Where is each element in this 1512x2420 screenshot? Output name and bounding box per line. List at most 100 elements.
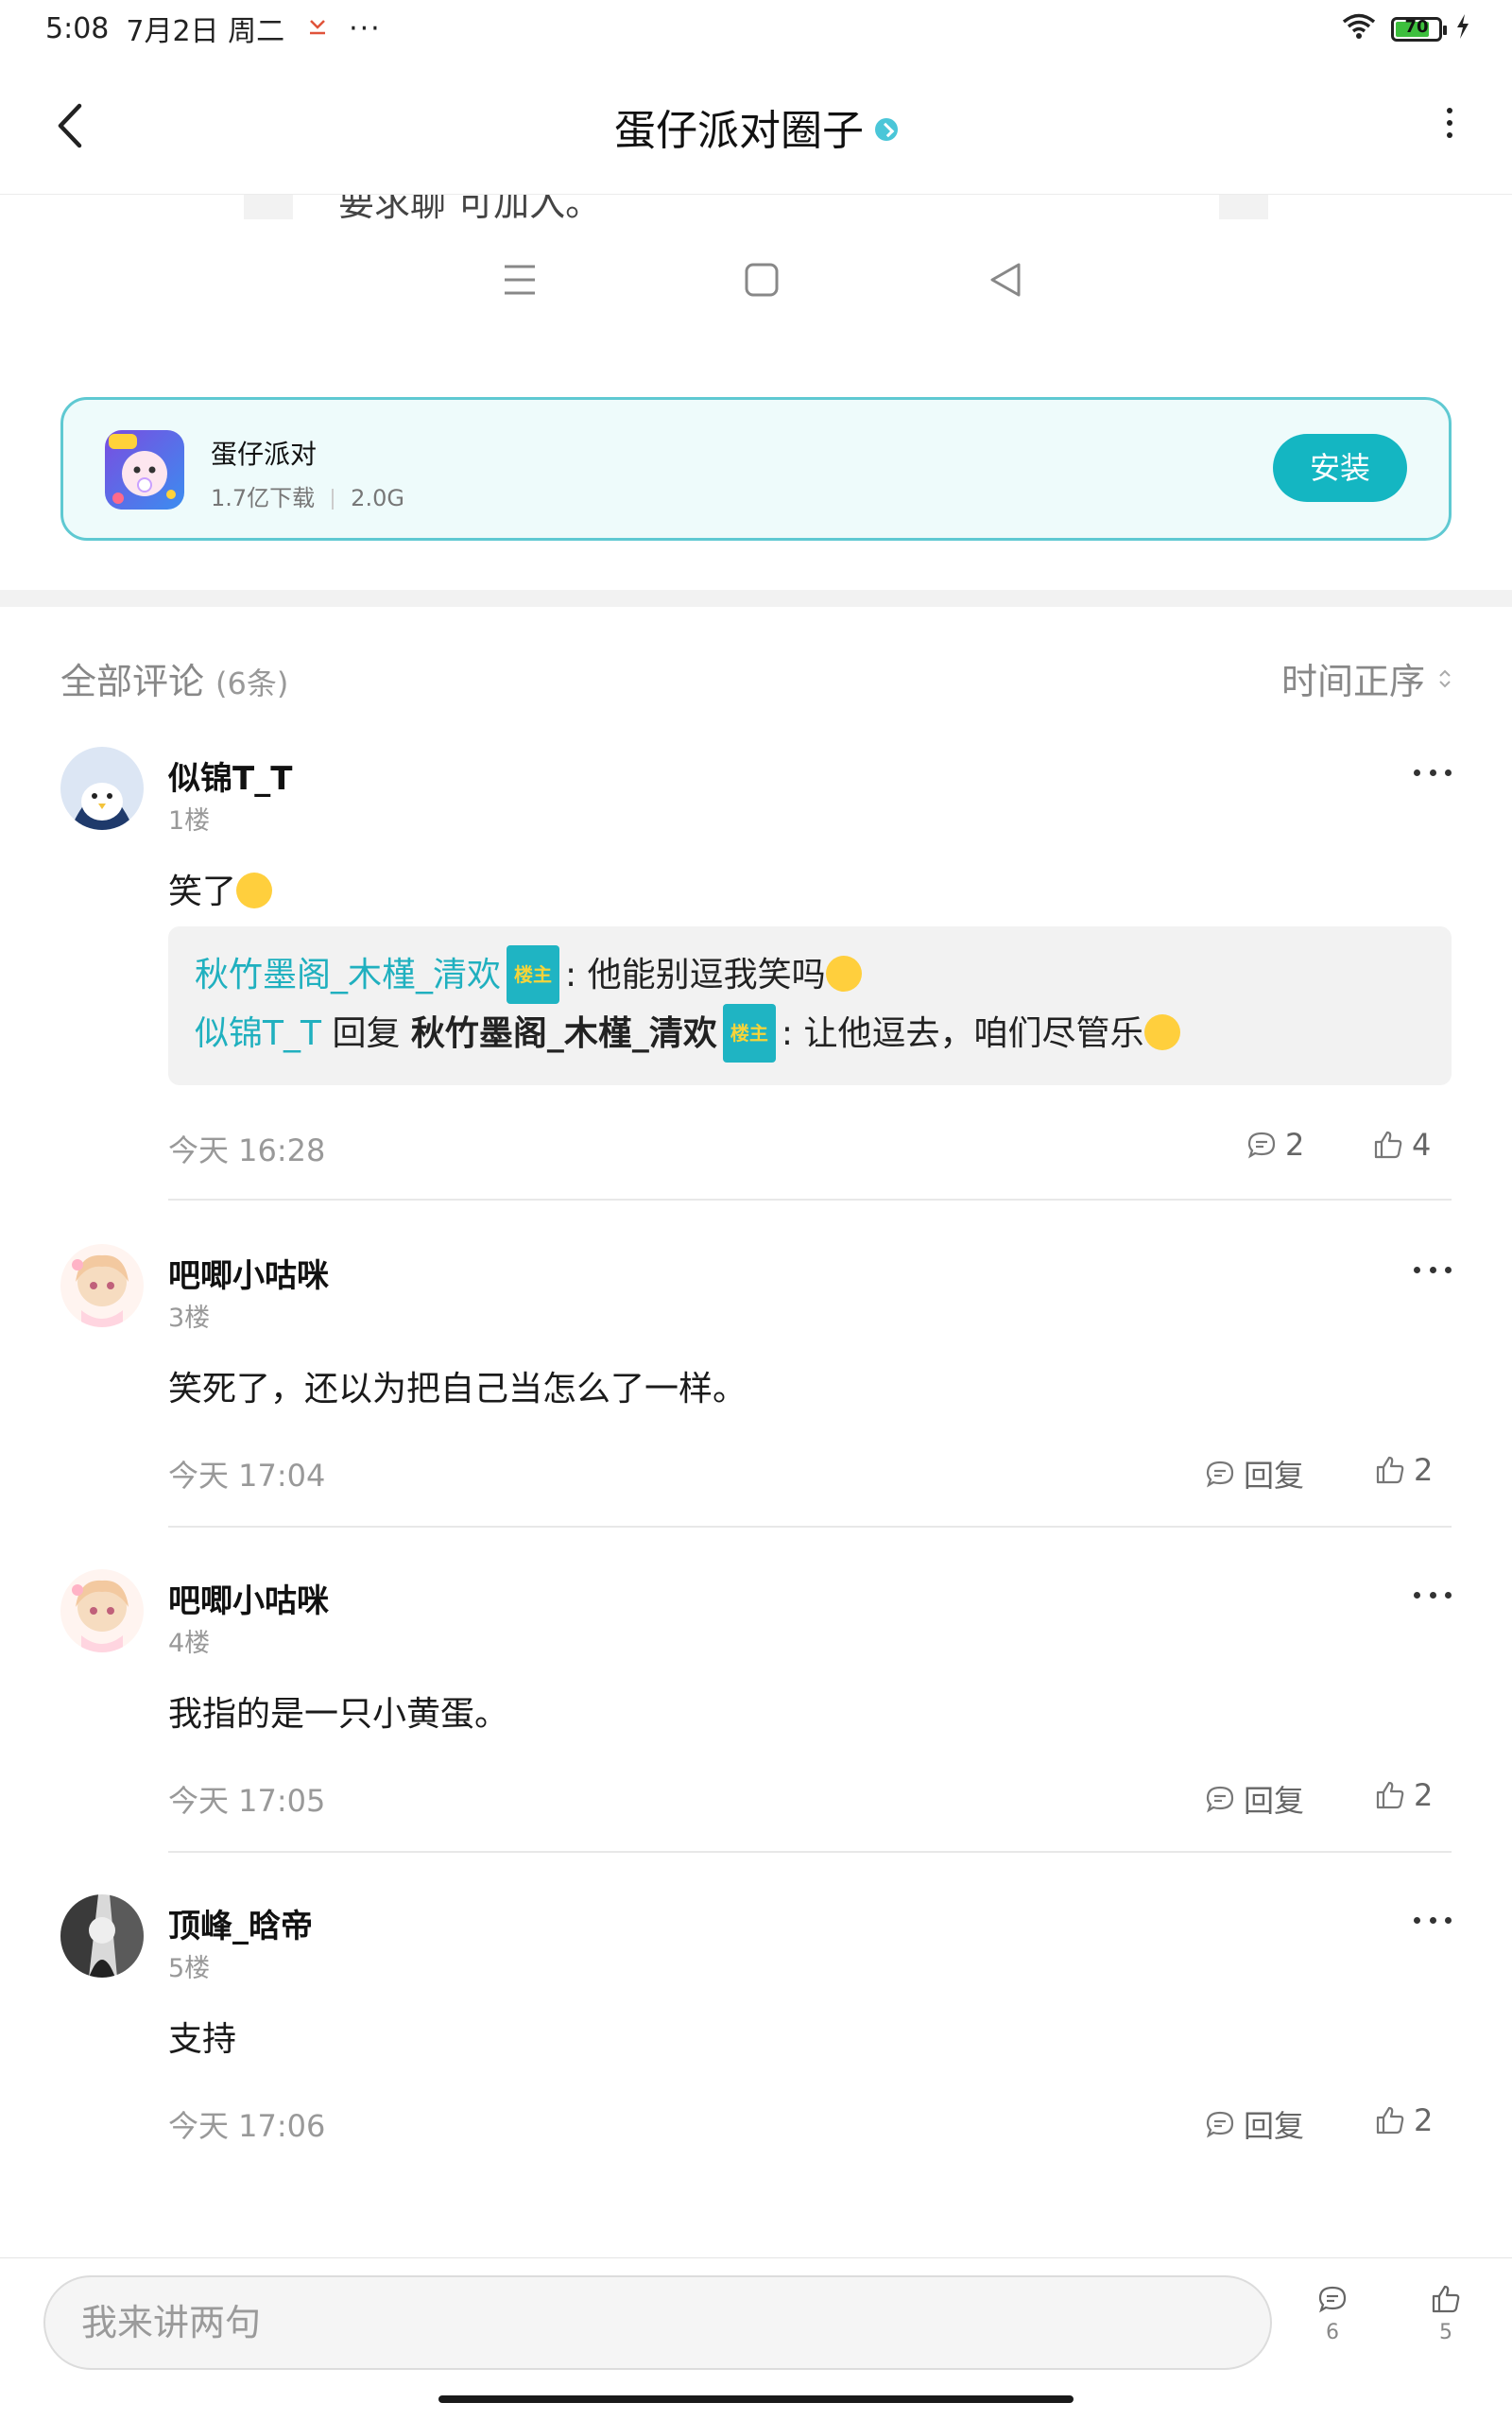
sunglasses-face-emoji-icon (1143, 1014, 1180, 1050)
post-image-nav-icons (0, 261, 1512, 308)
post-like-button[interactable]: 5 (1418, 2283, 1474, 2344)
comment-like-button[interactable]: 2 (1374, 2102, 1433, 2138)
comment-text: 我指的是一只小黄蛋。 (168, 1695, 509, 1734)
comment-reply-button[interactable]: 回复 (1204, 2102, 1304, 2146)
sort-label: 时间正序 (1280, 661, 1425, 702)
status-more-indicator: ··· (349, 11, 382, 45)
comment-floor: 5楼 (168, 1954, 211, 1983)
comment-bubble-icon (1318, 2286, 1347, 2313)
comment-username[interactable]: 吧唧小咕咪 (168, 1575, 329, 1621)
reply-text: 他能别逗我笑吗 (587, 956, 826, 994)
page-title-wrap: 蛋仔派对圈子 (0, 96, 1512, 157)
comment-text: 笑死了，还以为把自己当怎么了一样。 (168, 1370, 747, 1409)
post-image-text: 要求聊 可加入。 (338, 195, 602, 219)
post-like-count: 5 (1439, 2321, 1452, 2344)
comment-reply-button[interactable]: 回复 (1204, 1452, 1304, 1495)
comment-input[interactable]: 我来讲两句 (43, 2275, 1272, 2370)
thumbs-up-icon (1376, 2106, 1404, 2135)
reply-line: 似锦T_T 回复 秋竹墨阁_木槿_清欢 楼主: 让他逗去，咱们尽管乐 (195, 1004, 1425, 1064)
laughing-face-emoji-icon (825, 956, 862, 992)
comment-like-button[interactable]: 2 (1374, 1777, 1433, 1813)
verified-icon (875, 118, 898, 141)
comment-like-button[interactable]: 2 (1374, 1452, 1433, 1488)
comment-like-count: 2 (1414, 1777, 1434, 1813)
status-bar: 5:08 7月2日 周二 ··· 70 (0, 0, 1512, 57)
comments-title: 全部评论 (60, 661, 205, 702)
comment-reply-count: 2 (1285, 1127, 1305, 1163)
comment-more-button[interactable] (1414, 1592, 1452, 1603)
app-name: 蛋仔派对 (211, 439, 318, 470)
comment-bubble-icon (1206, 1786, 1234, 1813)
download-icon (307, 15, 328, 42)
comment-floor: 4楼 (168, 1629, 211, 1658)
comment-bubble-icon (1206, 2111, 1234, 2138)
thumbs-up-icon (1376, 1781, 1404, 1809)
comment-reply-button[interactable]: 2 (1246, 1127, 1304, 1163)
avatar[interactable] (60, 1244, 144, 1327)
comment-time: 今天 16:28 (168, 1132, 326, 1168)
host-badge: 楼主 (507, 945, 560, 1004)
app-size: 2.0G (351, 485, 404, 511)
comment-bubble-icon (1206, 1461, 1234, 1488)
sort-toggle[interactable]: 时间正序 (1281, 652, 1452, 704)
thumbs-up-icon (1376, 1456, 1404, 1484)
comment-floor: 1楼 (168, 806, 211, 836)
avatar[interactable] (60, 1894, 144, 1978)
comment-time: 今天 17:06 (168, 2108, 326, 2144)
app-downloads: 1.7亿下载 (211, 485, 316, 511)
avatar[interactable] (60, 1569, 144, 1652)
comment-divider (168, 1199, 1452, 1201)
comment-more-button[interactable] (1414, 1917, 1452, 1928)
avatar[interactable] (60, 747, 144, 830)
page-title: 蛋仔派对圈子 (614, 107, 864, 155)
comment-username[interactable]: 吧唧小咕咪 (168, 1250, 329, 1296)
status-time: 5:08 (45, 11, 110, 45)
app-icon (105, 430, 184, 510)
reply-word: 回复 (332, 1014, 401, 1053)
reply-line: 秋竹墨阁_木槿_清欢 楼主: 他能别逗我笑吗 (195, 945, 1425, 1006)
comment-reply-button[interactable]: 回复 (1204, 1777, 1304, 1821)
host-badge: 楼主 (722, 1004, 776, 1063)
comment-time: 今天 17:04 (168, 1458, 326, 1494)
reply-target[interactable]: 秋竹墨阁_木槿_清欢 (411, 1014, 717, 1053)
post-image-remnant: 要求聊 可加入。 (244, 195, 1268, 219)
relieved-face-emoji-icon (236, 873, 273, 908)
comment-more-button[interactable] (1414, 1267, 1452, 1278)
comment-like-button[interactable]: 4 (1372, 1127, 1431, 1163)
comment-more-button[interactable] (1414, 769, 1452, 781)
comment-time: 今天 17:05 (168, 1783, 326, 1819)
comments-count: (6条) (215, 666, 289, 701)
reply-preview-box[interactable]: 秋竹墨阁_木槿_清欢 楼主: 他能别逗我笑吗 似锦T_T 回复 秋竹墨阁_木槿_清… (168, 926, 1452, 1085)
thumbs-up-icon (1374, 1131, 1402, 1159)
home-indicator[interactable] (438, 2395, 1074, 2403)
reply-text: 让他逗去，咱们尽管乐 (803, 1014, 1144, 1053)
post-comment-count: 6 (1326, 2321, 1339, 2344)
app-download-card[interactable]: 蛋仔派对 1.7亿下载 2.0G 安装 (60, 397, 1452, 541)
thumbs-up-icon (1432, 2285, 1460, 2313)
reply-author[interactable]: 似锦T_T (195, 1014, 321, 1053)
comment-divider (168, 1851, 1452, 1853)
reply-author[interactable]: 秋竹墨阁_木槿_清欢 (195, 956, 501, 994)
sort-arrows-icon (1439, 669, 1451, 687)
comment-like-count: 2 (1414, 2102, 1434, 2138)
comment-like-count: 4 (1412, 1127, 1432, 1163)
top-navigation-bar: 蛋仔派对圈子 (0, 59, 1512, 195)
status-date: 7月2日 周二 (126, 15, 285, 48)
comment-divider (168, 1526, 1452, 1528)
comment-reply-label: 回复 (1244, 1458, 1305, 1494)
battery-level: 70 (1404, 17, 1429, 37)
app-meta: 1.7亿下载 2.0G (211, 479, 404, 512)
more-menu-button[interactable] (1440, 108, 1459, 146)
comments-count-button[interactable]: 6 (1304, 2283, 1361, 2344)
comment-reply-label: 回复 (1244, 2108, 1305, 2144)
comment-reply-label: 回复 (1244, 1783, 1305, 1819)
install-button[interactable]: 安装 (1273, 434, 1407, 502)
comment-like-count: 2 (1414, 1452, 1434, 1488)
comment-floor: 3楼 (168, 1304, 211, 1333)
comment-username[interactable]: 似锦T_T (168, 752, 292, 799)
comment-username[interactable]: 顶峰_晗帝 (168, 1900, 313, 1946)
section-divider (0, 590, 1512, 607)
comments-heading: 全部评论 (6条) (60, 652, 288, 704)
charging-icon (1455, 13, 1470, 46)
comment-text: 支持 (168, 2020, 237, 2059)
